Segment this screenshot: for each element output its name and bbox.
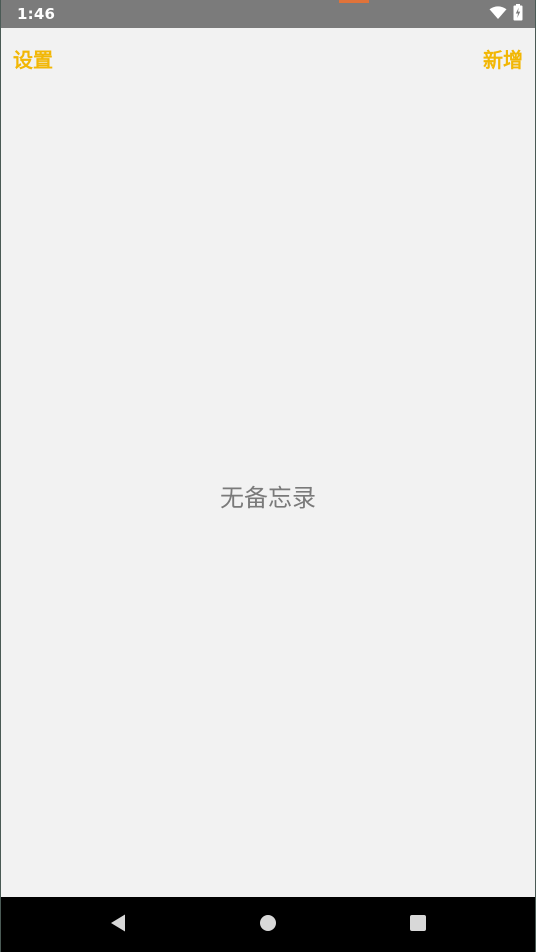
back-icon: [109, 913, 127, 937]
back-button[interactable]: [88, 897, 148, 952]
status-bar: 1:46: [1, 0, 535, 28]
memo-list-area: 设置 新增 无备忘录: [1, 28, 535, 897]
add-memo-button[interactable]: 新增: [483, 44, 523, 73]
empty-state-message: 无备忘录: [220, 484, 316, 512]
status-time: 1:46: [17, 5, 56, 23]
home-icon: [259, 914, 277, 936]
recents-button[interactable]: [388, 897, 448, 952]
phone-screen: 1:46 设置 新增 无备忘录: [0, 0, 536, 952]
home-button[interactable]: [238, 897, 298, 952]
notification-indicator: [339, 0, 369, 3]
navigation-bar: [1, 897, 535, 952]
wifi-icon: [489, 5, 507, 24]
status-icons: [489, 3, 523, 25]
battery-charging-icon: [513, 3, 523, 25]
settings-button[interactable]: 设置: [13, 44, 53, 73]
recents-icon: [409, 914, 427, 936]
